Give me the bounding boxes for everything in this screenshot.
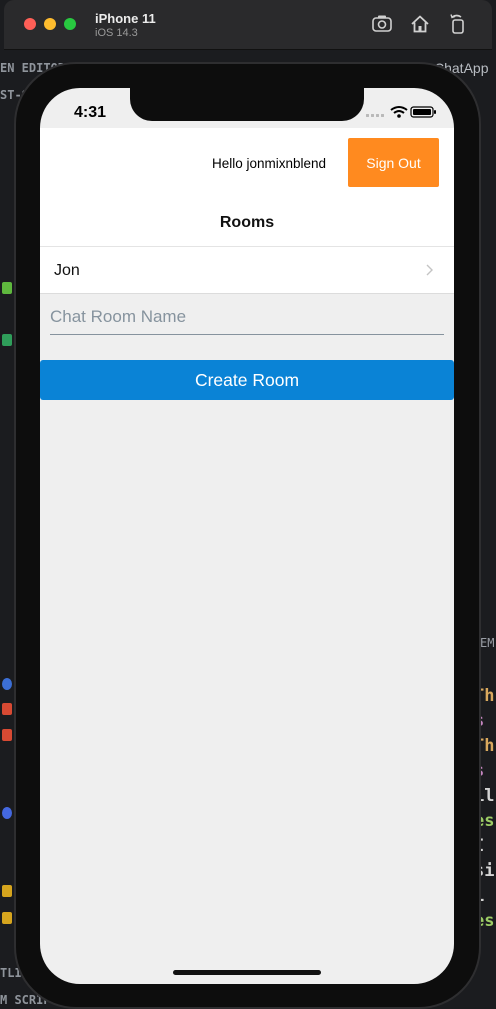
- background-sidebar-icon: [2, 807, 12, 819]
- home-icon[interactable]: [409, 13, 431, 35]
- window-zoom-button[interactable]: [64, 18, 76, 30]
- status-indicators: [366, 106, 436, 118]
- home-indicator: [173, 970, 321, 975]
- window-close-button[interactable]: [24, 18, 36, 30]
- chevron-right-icon: [426, 264, 433, 276]
- status-time: 4:31: [74, 104, 107, 121]
- background-sidebar-icon: [2, 678, 12, 690]
- phone-notch: [130, 88, 364, 121]
- simulator-titlebar: iPhone 11 iOS 14.3: [4, 0, 492, 50]
- create-room-button[interactable]: Create Room: [40, 360, 454, 400]
- sign-out-button[interactable]: Sign Out: [348, 138, 439, 187]
- device-name: iPhone 11: [95, 11, 156, 26]
- rotate-icon[interactable]: [447, 13, 469, 35]
- background-panel-label: EM: [480, 636, 495, 650]
- app-header: Hello jonmixnblend Sign Out Rooms: [40, 128, 454, 246]
- room-name: Jon: [54, 262, 80, 279]
- wifi-icon: [390, 106, 408, 118]
- rooms-title: Rooms: [219, 214, 275, 231]
- os-version: iOS 14.3: [95, 27, 138, 39]
- battery-icon: [410, 106, 436, 118]
- background-sidebar-icon: [2, 282, 12, 294]
- background-sidebar-icon: [2, 885, 12, 897]
- background-sidebar-icon: [2, 334, 12, 346]
- cellular-signal-icon: [366, 114, 384, 117]
- screenshot-icon[interactable]: [371, 13, 393, 35]
- window-minimize-button[interactable]: [44, 18, 56, 30]
- background-sidebar-icon: [2, 912, 12, 924]
- chat-room-name-input[interactable]: [50, 300, 444, 335]
- background-sidebar-icon: [2, 703, 12, 715]
- room-list-item[interactable]: Jon: [40, 246, 454, 294]
- greeting-text: Hello jonmixnblend: [212, 156, 327, 171]
- background-sidebar-icon: [2, 729, 12, 741]
- phone-screen: 4:31 Hello jonmixnblend Sign Out Rooms J…: [40, 88, 454, 984]
